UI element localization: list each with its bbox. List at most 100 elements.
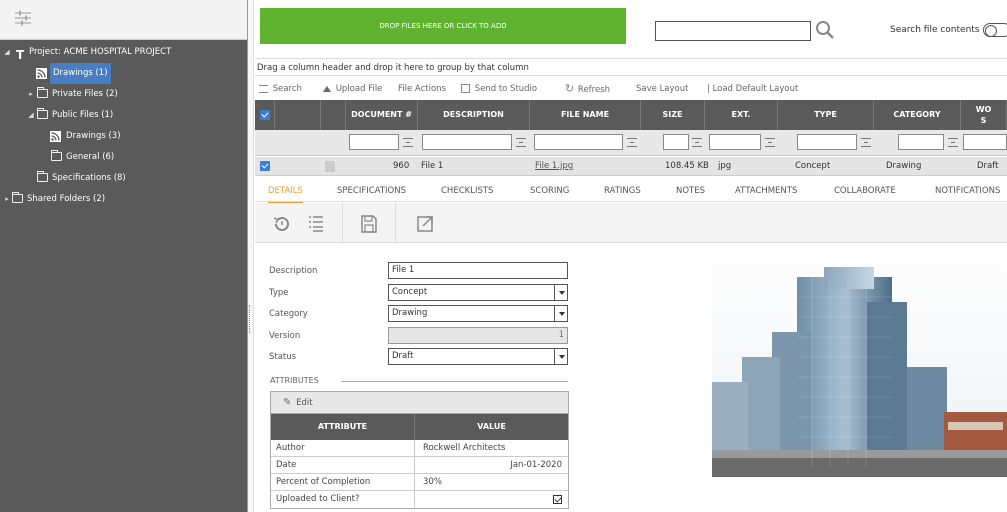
chevron-down-icon[interactable] — [554, 349, 567, 364]
open-external-icon[interactable] — [415, 214, 435, 234]
select-all-column[interactable] — [255, 100, 275, 130]
tree-item-label: Specifications (8) — [52, 173, 126, 183]
filter-icon[interactable] — [861, 138, 871, 147]
search-icon[interactable] — [815, 20, 835, 40]
tree-item-private-files[interactable]: ▸ Private Files (2) — [0, 84, 247, 105]
filter-description-input[interactable] — [422, 134, 512, 150]
folder-icon — [37, 108, 48, 119]
attribute-name: Author — [276, 443, 305, 453]
filter-icon[interactable] — [765, 138, 775, 147]
filter-category-input[interactable] — [898, 134, 944, 150]
panel-splitter[interactable] — [248, 0, 254, 512]
file-thumbnail-icon[interactable] — [325, 161, 335, 172]
toolbar-search[interactable]: Search — [259, 79, 302, 99]
filter-size-input[interactable] — [663, 134, 689, 150]
sidebar-header — [0, 0, 247, 40]
list-icon[interactable] — [306, 214, 326, 234]
tree-item-public-files[interactable]: ◢ Public Files (1) — [0, 105, 247, 126]
tab-checklists[interactable]: CHECKLISTS — [441, 180, 493, 202]
folder-icon — [37, 87, 48, 98]
attributes-edit-button[interactable]: ✎ Edit — [271, 392, 568, 414]
filter-type-input[interactable] — [797, 134, 857, 150]
chevron-down-icon[interactable] — [554, 285, 567, 300]
toolbar-file-actions[interactable]: File Actions — [398, 79, 446, 99]
cell-file-name-link[interactable]: File 1.jpg — [535, 157, 573, 176]
status-select[interactable]: Draft — [388, 348, 568, 365]
column-size[interactable]: SIZE — [641, 100, 705, 130]
description-label: Description — [269, 266, 318, 276]
expand-arrow-icon[interactable]: ▸ — [3, 189, 11, 210]
tab-specifications[interactable]: SPECIFICATIONS — [337, 180, 406, 202]
search-contents-toggle[interactable] — [983, 23, 1007, 37]
tree-item-drawings[interactable]: Drawings (1) — [0, 63, 247, 84]
file-preview-image[interactable] — [712, 262, 1007, 477]
select-all-checkbox[interactable] — [260, 110, 270, 120]
file-drop-zone[interactable]: DROP FILES HERE OR CLICK TO ADD — [260, 8, 626, 44]
toolbar-upload-file[interactable]: Upload File — [323, 79, 382, 99]
filter-document-input[interactable] — [349, 134, 399, 150]
tab-notes[interactable]: NOTES — [676, 180, 705, 202]
table-row: Uploaded to Client? — [271, 491, 568, 508]
row-checkbox[interactable] — [260, 161, 270, 171]
filter-ext-input[interactable] — [709, 134, 761, 150]
grid-filter-row — [255, 130, 1007, 156]
filter-workflow-status-input[interactable] — [963, 134, 1007, 150]
grid-toolbar: Search Upload File File Actions Send to … — [255, 79, 1007, 99]
tab-notifications[interactable]: NOTIFICATIONS — [935, 180, 1000, 202]
tab-details[interactable]: DETAILS — [268, 180, 303, 204]
filter-file-name-input[interactable] — [534, 134, 623, 150]
tree-item-project[interactable]: ◢ T Project: ACME HOSPITAL PROJECT — [0, 42, 247, 63]
column-file-name[interactable]: FILE NAME — [530, 100, 641, 130]
filter-document — [349, 134, 415, 150]
expand-arrow-icon[interactable]: ▸ — [27, 84, 35, 105]
filter-icon[interactable] — [516, 138, 526, 147]
collapse-arrow-icon[interactable]: ◢ — [27, 105, 35, 126]
group-by-hint: Drag a column header and drop it here to… — [255, 58, 1007, 76]
uploaded-to-client-checkbox[interactable] — [553, 495, 562, 504]
column-value[interactable]: VALUE — [414, 414, 568, 440]
collapse-arrow-icon[interactable]: ◢ — [3, 42, 11, 63]
version-label: Version — [269, 331, 301, 341]
filter-description — [422, 134, 526, 150]
column-document[interactable]: DOCUMENT # — [346, 100, 418, 130]
main-panel: DROP FILES HERE OR CLICK TO ADD Search f… — [255, 0, 1007, 512]
tree-item-specifications[interactable]: Specifications (8) — [0, 168, 247, 189]
splitter-grip-icon[interactable] — [249, 305, 251, 333]
filter-icon[interactable] — [627, 138, 637, 147]
toolbar-refresh[interactable]: ↻ Refresh — [565, 79, 610, 100]
description-field[interactable]: File 1 — [388, 262, 568, 279]
chevron-down-icon[interactable] — [554, 306, 567, 321]
attributes-header: ATTRIBUTE VALUE — [271, 414, 568, 440]
column-ext[interactable]: EXT. — [705, 100, 778, 130]
toolbar-send-to-studio[interactable]: Send to Studio — [461, 79, 537, 99]
cell-type: Concept — [795, 161, 831, 171]
folder-icon — [51, 150, 62, 161]
history-icon[interactable] — [272, 214, 292, 234]
filter-icon[interactable] — [948, 138, 958, 147]
tree-item-public-drawings[interactable]: Drawings (3) — [0, 126, 247, 147]
column-type[interactable]: TYPE — [778, 100, 874, 130]
save-icon[interactable] — [359, 214, 379, 234]
tree-item-general[interactable]: General (6) — [0, 147, 247, 168]
filter-icon[interactable] — [692, 138, 702, 147]
tab-attachments[interactable]: ATTACHMENTS — [735, 180, 797, 202]
column-workflow-status[interactable]: WO S — [961, 100, 1007, 130]
file-search-input[interactable] — [655, 21, 811, 41]
toolbar-save-layout[interactable]: Save Layout — [636, 79, 688, 99]
tab-scoring[interactable]: SCORING — [530, 180, 569, 202]
tree-item-shared-folders[interactable]: ▸ Shared Folders (2) — [0, 189, 247, 210]
toolbar-refresh-label: Refresh — [577, 85, 611, 95]
tab-ratings[interactable]: RATINGS — [604, 180, 641, 202]
type-select[interactable]: Concept — [388, 284, 568, 301]
tree-item-label: Drawings (3) — [66, 131, 121, 141]
column-category[interactable]: CATEGORY — [874, 100, 961, 130]
column-blank — [321, 100, 346, 130]
filter-icon[interactable] — [403, 138, 413, 147]
table-row[interactable]: 960 File 1 File 1.jpg 108.45 KB jpg Conc… — [255, 157, 1007, 176]
column-attribute[interactable]: ATTRIBUTE — [271, 414, 414, 440]
filter-settings-icon[interactable] — [14, 9, 32, 27]
tab-collaborate[interactable]: COLLABORATE — [834, 180, 896, 202]
column-description[interactable]: DESCRIPTION — [418, 100, 530, 130]
toolbar-load-default-layout[interactable]: | Load Default Layout — [707, 79, 798, 99]
category-select[interactable]: Drawing — [388, 305, 568, 322]
